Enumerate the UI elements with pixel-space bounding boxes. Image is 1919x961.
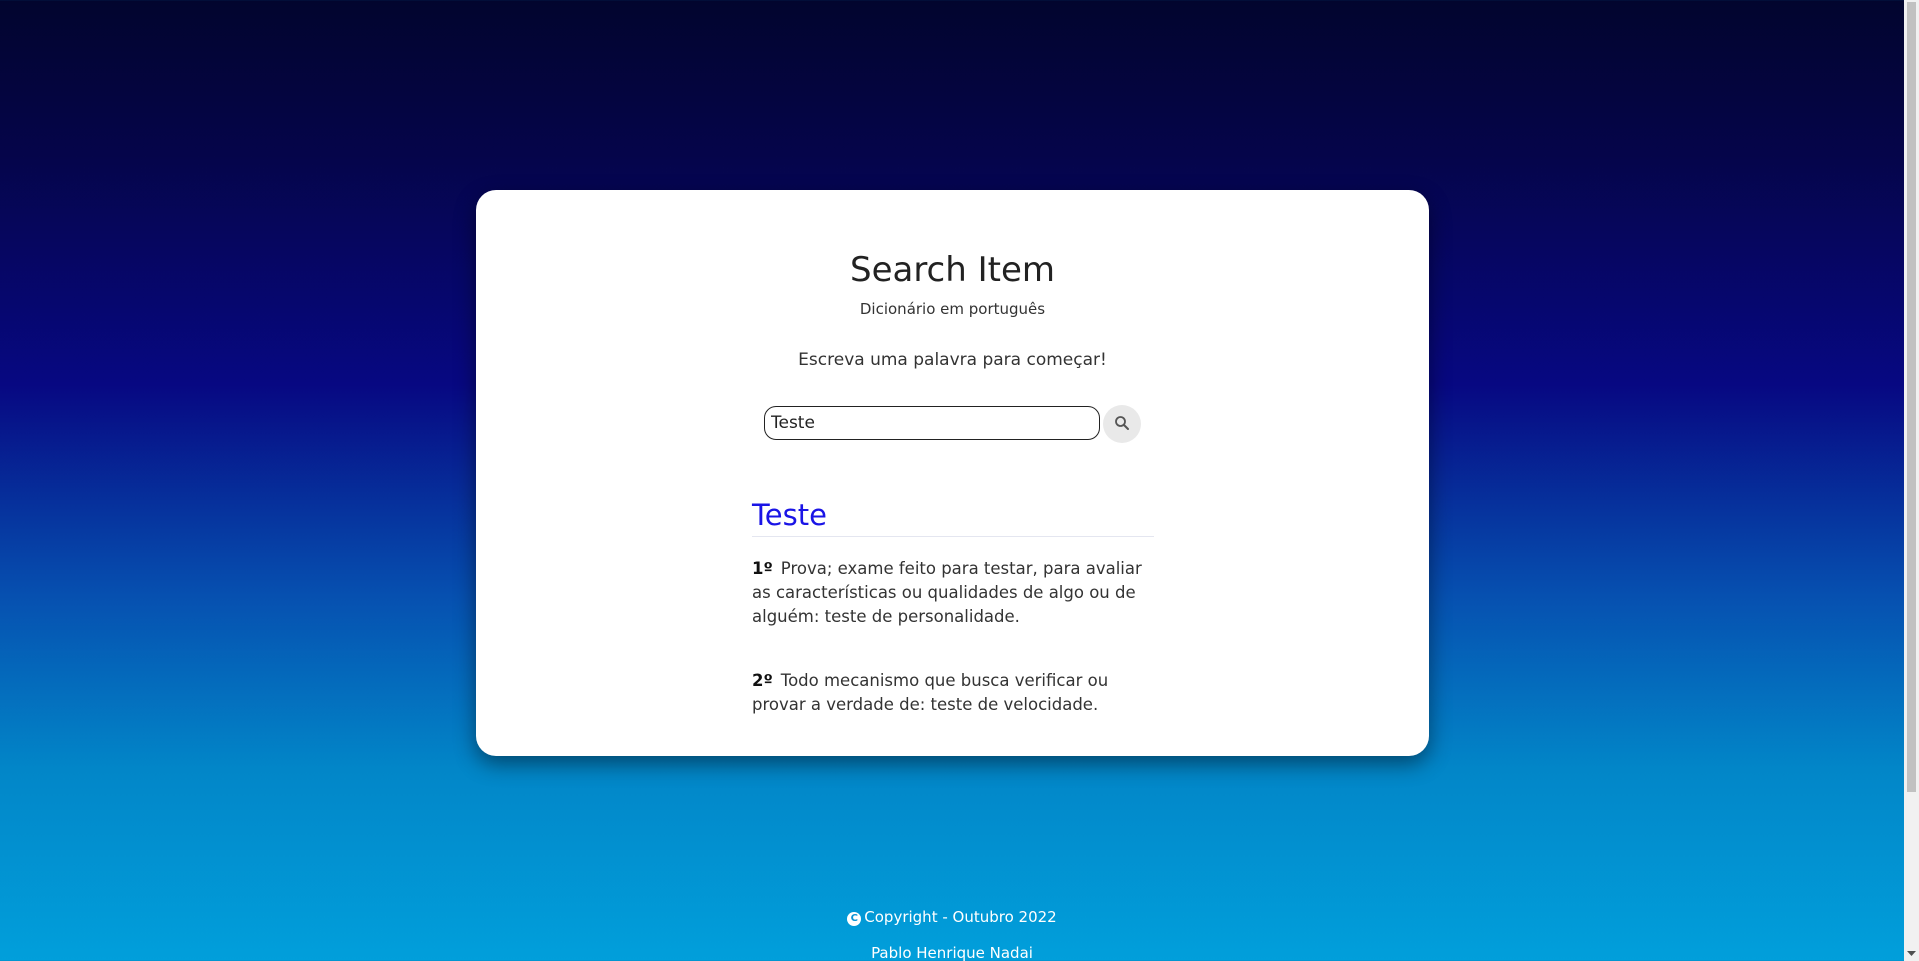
definition-number: 1º xyxy=(752,559,773,578)
page-title: Search Item xyxy=(849,250,1055,290)
footer-copyright: C Copyright - Outubro 2022 xyxy=(0,908,1904,926)
scrollbar-thumb[interactable] xyxy=(1907,2,1916,792)
copyright-text: Copyright - Outubro 2022 xyxy=(864,908,1057,926)
copyright-icon: C xyxy=(847,912,862,926)
search-input[interactable] xyxy=(764,406,1100,440)
definition-item: 2º Todo mecanismo que busca verificar ou … xyxy=(752,669,1158,717)
search-button[interactable] xyxy=(1103,405,1141,443)
search-card: Search Item Dicionário em português Escr… xyxy=(476,190,1429,756)
search-prompt: Escreva uma palavra para começar! xyxy=(798,350,1107,370)
scroll-down-arrow-icon[interactable] xyxy=(1904,946,1919,961)
footer-author: Pablo Henrique Nadai xyxy=(871,944,1033,961)
definition-item: 1º Prova; exame feito para testar, para a… xyxy=(752,557,1158,629)
search-icon xyxy=(1114,415,1130,434)
result-word: Teste xyxy=(752,498,1154,537)
definition-list: 1º Prova; exame feito para testar, para a… xyxy=(752,557,1158,757)
page-background: Search Item Dicionário em português Escr… xyxy=(0,0,1904,961)
definition-number: 2º xyxy=(752,671,773,690)
page-subtitle: Dicionário em português xyxy=(859,300,1046,318)
definition-text: Todo mecanismo que busca verificar ou pr… xyxy=(752,671,1109,714)
definition-text: Prova; exame feito para testar, para ava… xyxy=(752,559,1142,626)
vertical-scrollbar[interactable] xyxy=(1904,0,1919,961)
